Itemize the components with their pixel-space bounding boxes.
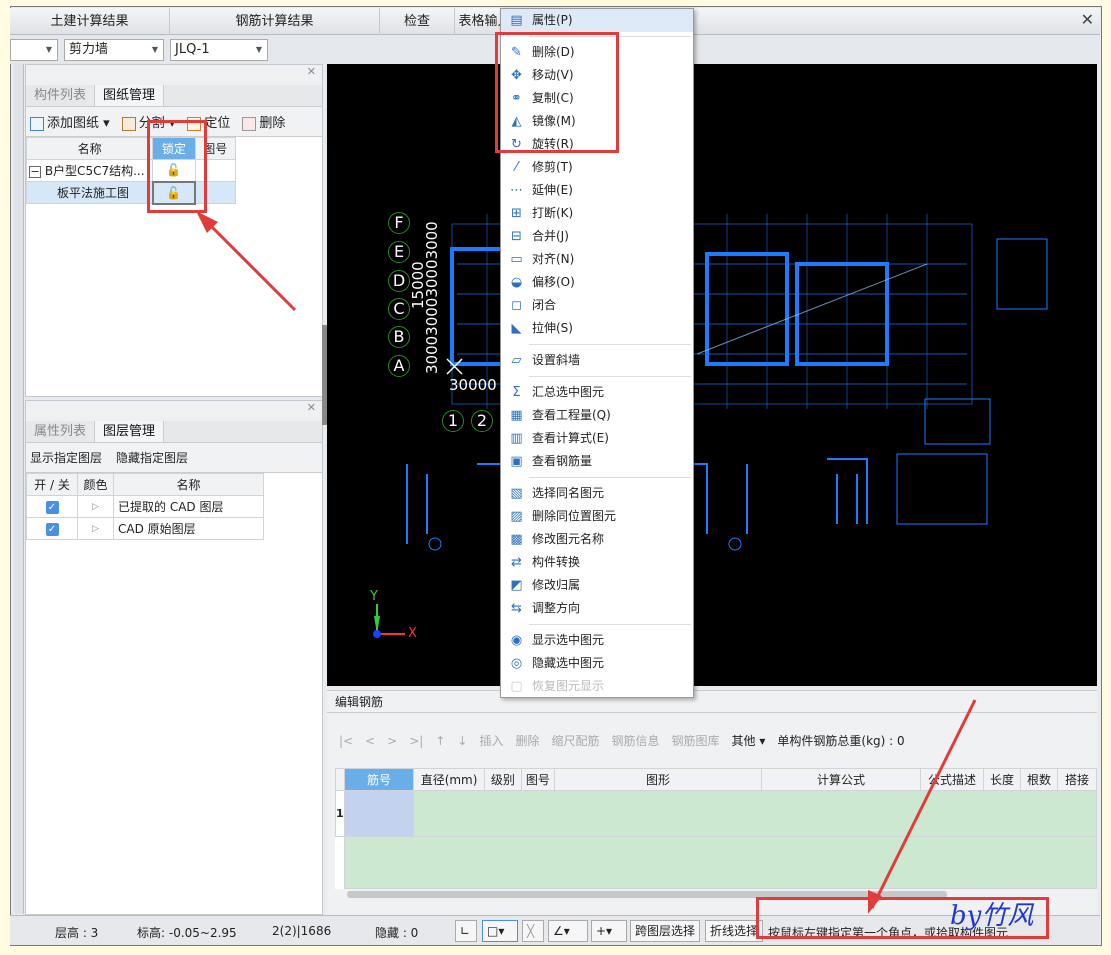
annotation-arrows [196,211,977,914]
watermark: by竹风 [950,901,1034,931]
